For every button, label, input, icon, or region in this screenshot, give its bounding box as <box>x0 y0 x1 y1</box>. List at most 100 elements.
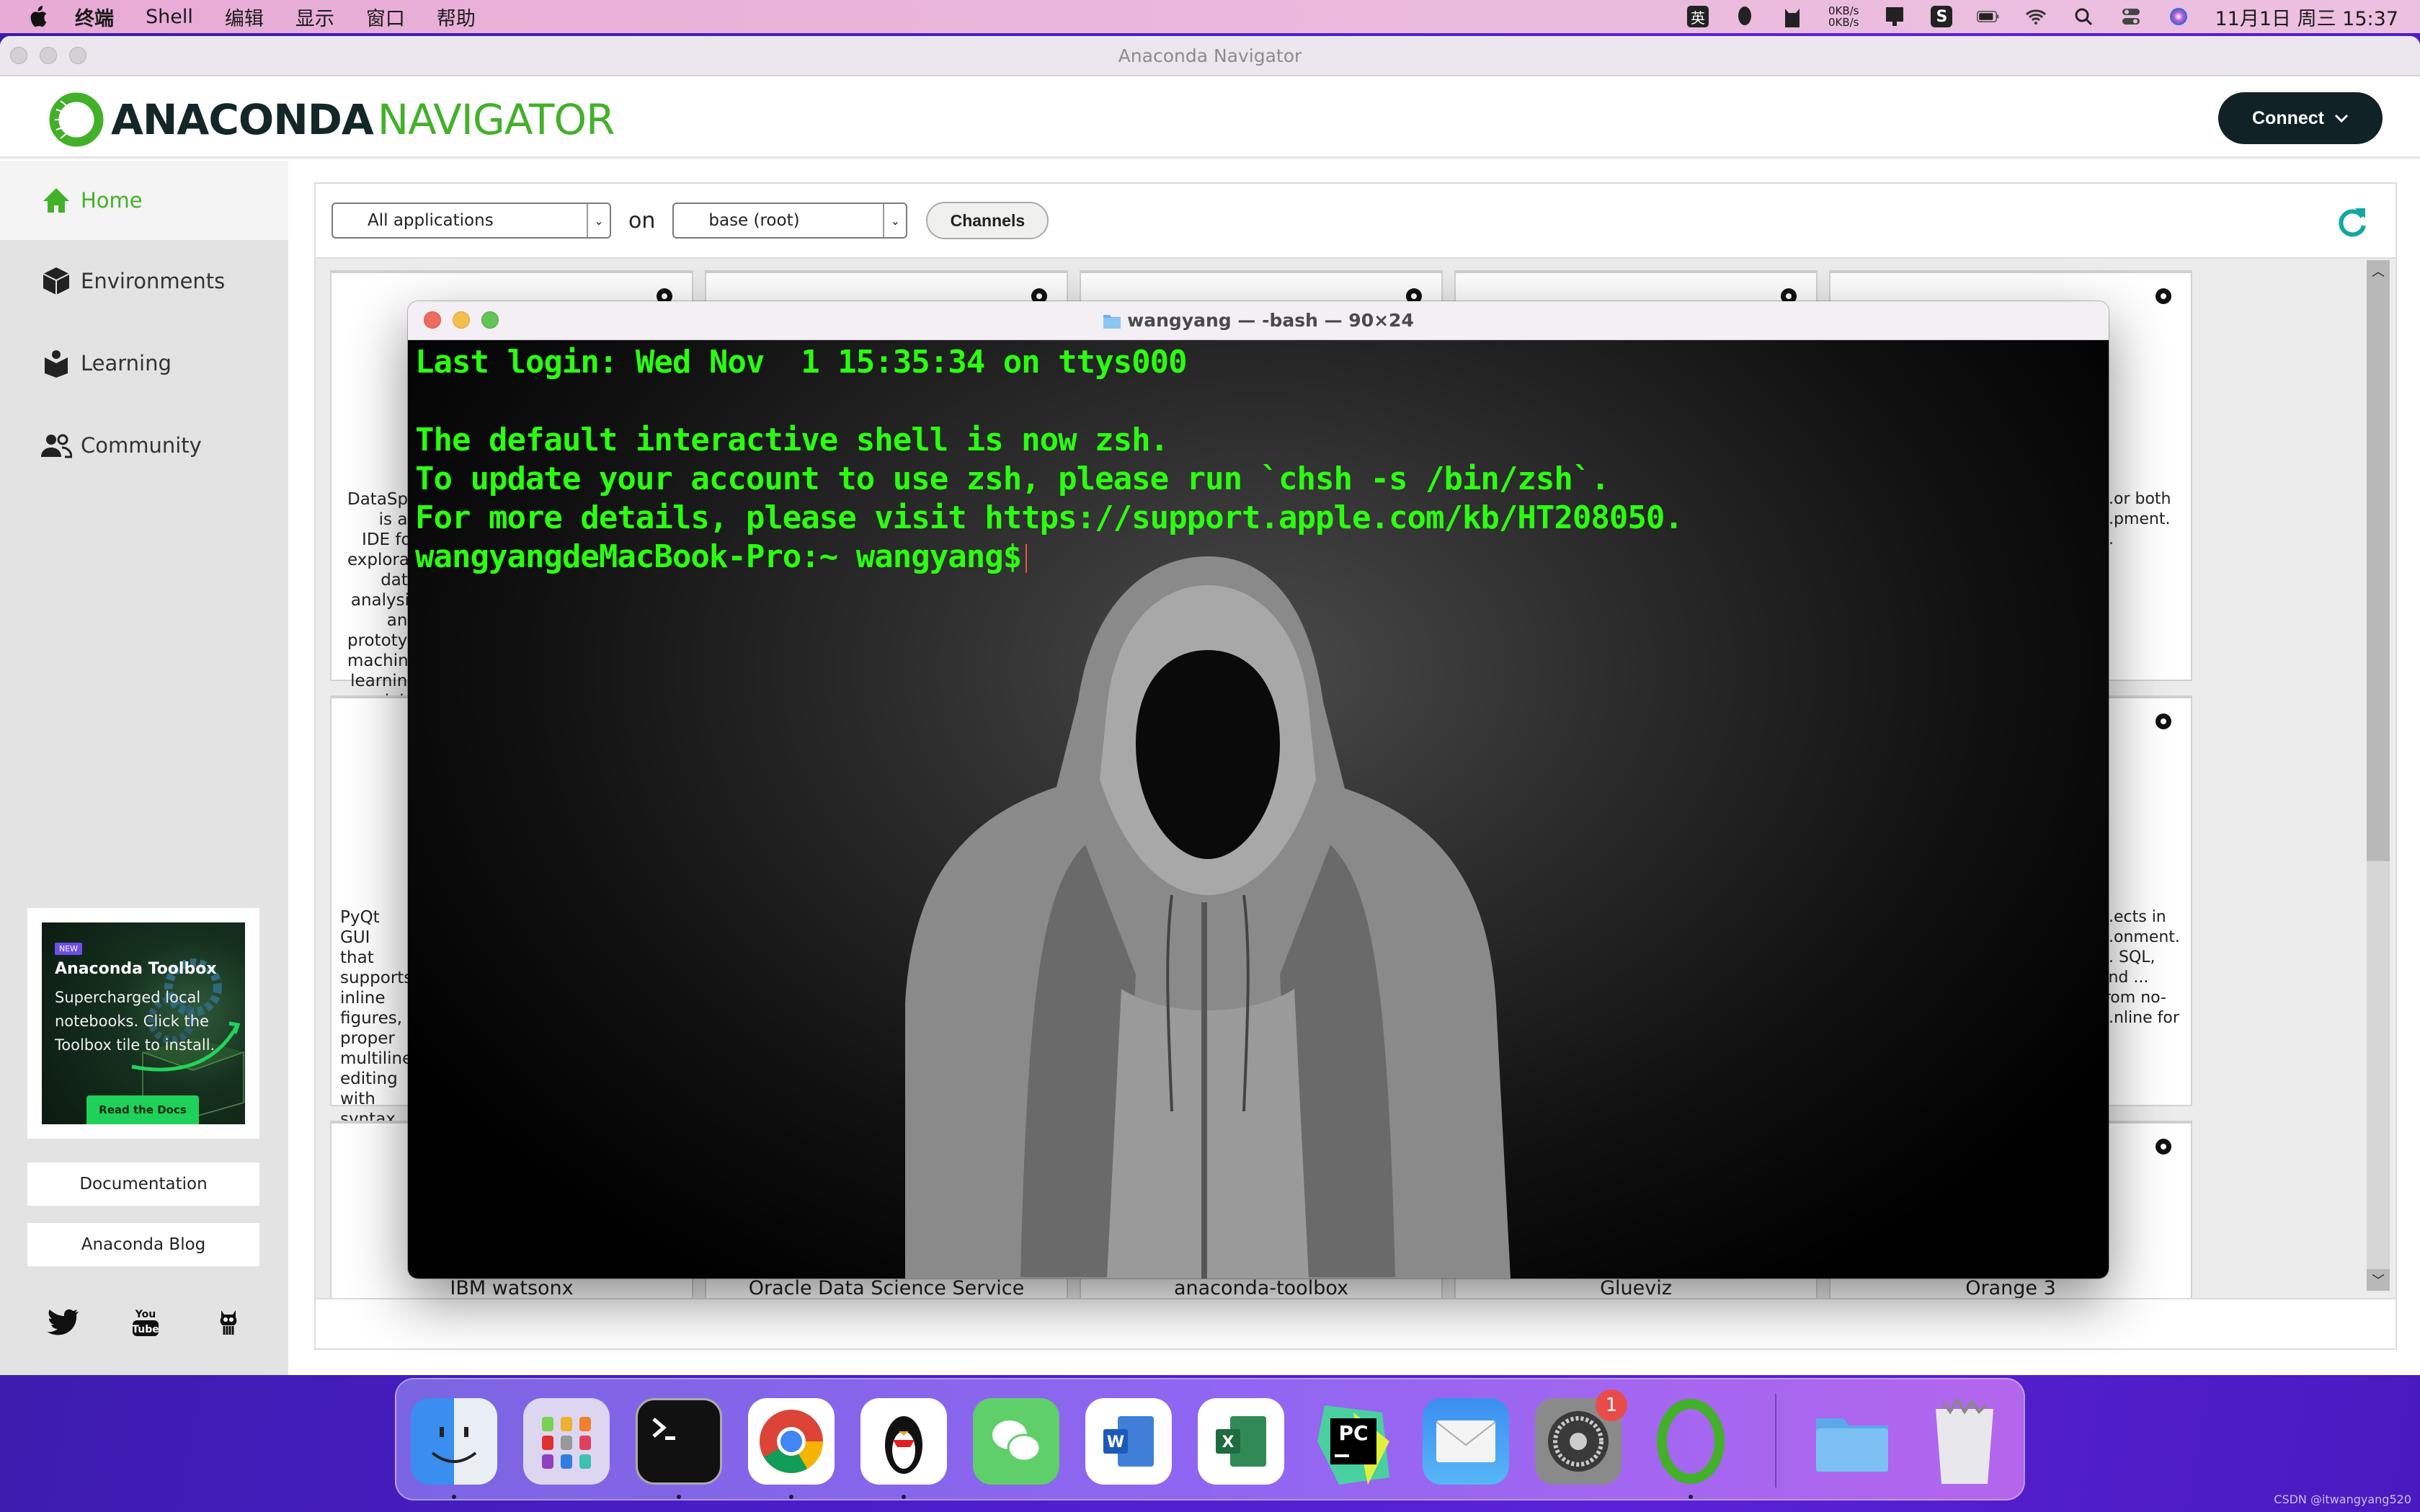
sidebar-item-environments[interactable]: Environments <box>0 240 288 322</box>
connect-label: Connect <box>2252 107 2324 128</box>
scroll-down-arrow-icon[interactable]: ﹀ <box>2367 1269 2390 1291</box>
home-folder-icon <box>1103 314 1121 329</box>
documentation-link[interactable]: Documentation <box>27 1162 259 1206</box>
menu-help[interactable]: 帮助 <box>437 3 476 31</box>
apple-logo-icon[interactable] <box>27 5 49 28</box>
dock-chrome[interactable] <box>748 1398 835 1485</box>
dock-separator <box>1775 1394 1776 1487</box>
input-method-icon[interactable]: 英 <box>1686 6 1709 27</box>
anaconda-blog-link[interactable]: Anaconda Blog <box>27 1223 259 1266</box>
terminal-output[interactable]: Last login: Wed Nov 1 15:35:34 on ttys00… <box>408 340 2109 1278</box>
excel-icon: X <box>1216 1416 1266 1467</box>
mail-icon <box>1436 1420 1496 1462</box>
terminal-window[interactable]: wangyang — -bash — 90×24 Last login: Wed… <box>408 301 2109 1278</box>
read-the-docs-button[interactable]: Read the Docs <box>86 1095 199 1124</box>
menu-view[interactable]: 显示 <box>295 3 334 31</box>
youtube-icon[interactable]: You Tube <box>128 1304 164 1340</box>
cat-status-icon[interactable] <box>1781 5 1804 28</box>
menu-window[interactable]: 窗口 <box>366 3 405 31</box>
home-icon <box>40 184 72 216</box>
running-indicator <box>789 1495 793 1499</box>
promo-text: Supercharged local notebooks. Click the … <box>55 989 215 1054</box>
chrome-icon <box>760 1410 823 1473</box>
sidebar-item-community[interactable]: Community <box>0 404 288 486</box>
sogou-icon[interactable]: S <box>1931 6 1953 27</box>
dock-anaconda-navigator[interactable] <box>1647 1398 1734 1485</box>
github-icon[interactable] <box>210 1304 246 1340</box>
environment-select[interactable]: base (root) ⌄ <box>672 203 908 239</box>
dock-launchpad[interactable] <box>523 1398 610 1485</box>
gear-icon[interactable] <box>2150 708 2176 734</box>
menu-shell[interactable]: Shell <box>146 6 193 28</box>
menu-app-name[interactable]: 终端 <box>75 3 114 31</box>
book-icon <box>40 347 72 379</box>
promo-title: Anaconda Toolbox <box>55 960 217 978</box>
dock-excel[interactable]: X <box>1198 1398 1284 1485</box>
gear-icon[interactable] <box>2150 1134 2176 1160</box>
channels-button[interactable]: Channels <box>926 202 1049 239</box>
twitter-icon[interactable] <box>45 1304 81 1340</box>
control-center-icon[interactable] <box>2119 5 2143 28</box>
csdn-watermark: CSDN @itwangyang520 <box>2274 1493 2411 1506</box>
app-name: Orange 3 <box>1965 1277 2056 1299</box>
macos-menu-bar: 终端 Shell 编辑 显示 窗口 帮助 英 0KB/s 0KB/s S 11月1… <box>0 0 2420 33</box>
sidebar-item-learning[interactable]: Learning <box>0 322 288 404</box>
terminal-close-button[interactable] <box>424 311 441 329</box>
dock-pycharm[interactable]: PC <box>1310 1398 1397 1485</box>
scrollbar-thumb[interactable] <box>2367 282 2390 861</box>
running-indicator <box>902 1495 906 1499</box>
connect-button[interactable]: Connect <box>2218 92 2383 144</box>
app-name: Glueviz <box>1600 1277 1672 1299</box>
dock-word[interactable]: W <box>1085 1398 1172 1485</box>
pycharm-icon: PC <box>1317 1405 1389 1485</box>
dock-trash[interactable] <box>1921 1397 2008 1485</box>
dock-terminal[interactable] <box>636 1398 722 1485</box>
dock-qq[interactable] <box>860 1398 947 1485</box>
environment-value: base (root) <box>708 211 800 230</box>
zoom-window-button[interactable] <box>69 47 86 64</box>
dock-system-preferences[interactable]: 1 <box>1535 1389 1627 1485</box>
refresh-icon[interactable] <box>2335 204 2370 239</box>
dock-wechat[interactable] <box>973 1398 1059 1485</box>
running-indicator <box>1689 1495 1693 1499</box>
social-links: You Tube <box>45 1304 246 1340</box>
minimize-window-button[interactable] <box>40 47 57 64</box>
chevron-down-icon: ⌄ <box>587 204 610 237</box>
filter-toolbar: All applications ⌄ on base (root) ⌄ Chan… <box>316 184 2395 259</box>
siri-icon[interactable] <box>2167 5 2190 28</box>
tiles-scrollbar[interactable]: ︿ ﹀ <box>2367 260 2390 1291</box>
terminal-line: For more details, please visit https://s… <box>415 499 1683 536</box>
menu-edit[interactable]: 编辑 <box>225 3 264 31</box>
applications-filter-select[interactable]: All applications ⌄ <box>332 203 611 239</box>
battery-icon[interactable] <box>1977 5 2000 28</box>
chevron-down-icon <box>2334 114 2349 123</box>
display-status-icon[interactable] <box>1883 5 1906 28</box>
dock-mail[interactable] <box>1423 1398 1509 1485</box>
network-speed: 0KB/s 0KB/s <box>1828 4 1859 29</box>
wifi-icon[interactable] <box>2024 5 2047 28</box>
qq-status-icon[interactable] <box>1733 5 1756 28</box>
menubar-clock[interactable]: 11月1日 周三 15:37 <box>2215 3 2398 31</box>
dock-finder[interactable] <box>411 1398 497 1485</box>
terminal-title-bar[interactable]: wangyang — -bash — 90×24 <box>408 301 2109 340</box>
hooded-figure-wallpaper <box>905 556 1511 1278</box>
toolbox-promo-banner[interactable]: NEW Anaconda Toolbox Supercharged local … <box>27 908 259 1139</box>
anaconda-title-bar[interactable]: Anaconda Navigator <box>0 36 2420 76</box>
scroll-up-arrow-icon[interactable]: ︿ <box>2367 260 2390 282</box>
sidebar-item-home[interactable]: Home <box>0 161 288 240</box>
dock-downloads-folder[interactable] <box>1809 1398 1895 1485</box>
gear-icon[interactable] <box>2150 283 2176 309</box>
sidebar-item-label: Home <box>81 188 143 213</box>
anaconda-ring-icon <box>49 92 104 147</box>
terminal-title: wangyang — -bash — 90×24 <box>1103 310 1414 331</box>
terminal-line: Last login: Wed Nov 1 15:35:34 on ttys00… <box>415 344 1188 381</box>
close-window-button[interactable] <box>10 47 27 64</box>
terminal-minimize-button[interactable] <box>453 311 470 329</box>
spotlight-search-icon[interactable] <box>2072 5 2095 28</box>
app-name: IBM watsonx <box>450 1277 574 1299</box>
panel-bottom-strip <box>316 1298 2395 1348</box>
folder-icon <box>1816 1418 1888 1472</box>
sidebar-item-label: Environments <box>81 269 226 293</box>
terminal-zoom-button[interactable] <box>481 311 499 329</box>
terminal-line: The default interactive shell is now zsh… <box>415 422 1169 458</box>
